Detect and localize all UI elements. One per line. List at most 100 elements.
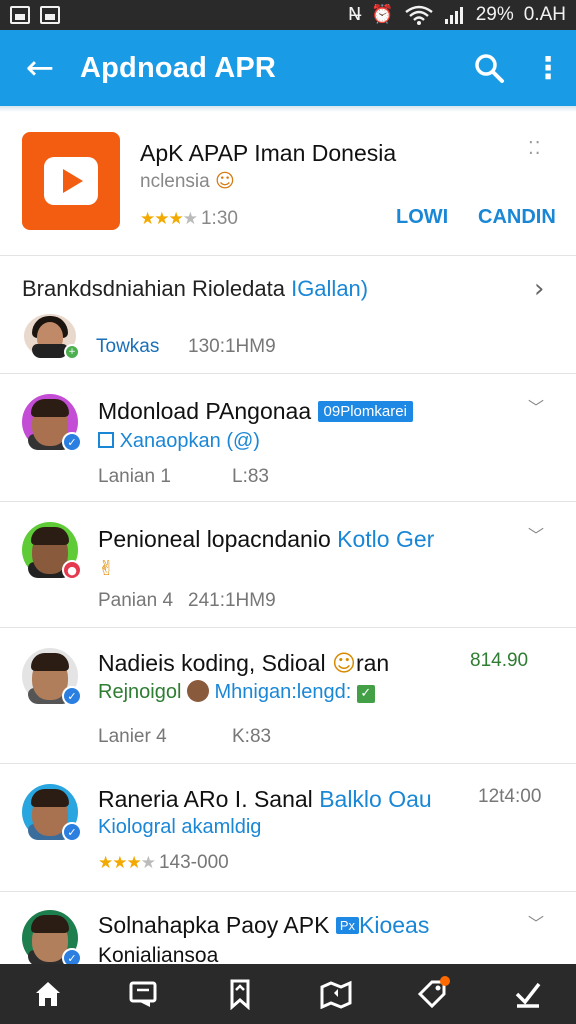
avatar: ✓	[22, 394, 82, 452]
status-left	[10, 6, 60, 24]
status-badge-icon: ●	[62, 560, 82, 580]
list-item[interactable]: ● Penioneal lopacndanio Kotlo Ger ✌ Pani…	[0, 502, 576, 628]
app-bar-title: Apdnoad APR	[80, 51, 277, 84]
list-item[interactable]: ✓ Nadieis koding, Sdioal ☺ran 814.90 Rej…	[0, 628, 576, 764]
item-foot-value: L:83	[232, 466, 269, 487]
chevron-right-icon[interactable]: ›	[534, 274, 544, 304]
nav-messages[interactable]	[114, 966, 174, 1022]
nav-bookmarks[interactable]	[210, 966, 270, 1022]
item-title-highlight: Balklo Oau	[319, 786, 432, 812]
item-foot-label: Lanian 1	[98, 466, 171, 487]
section-title-main: Brankdsdniahian Rioledata	[22, 276, 292, 301]
nfc-icon: N̶	[347, 4, 362, 25]
list-item[interactable]: ✓ Raneria ARo I. Sanal Balklo Oau 12t4:0…	[0, 764, 576, 892]
home-icon	[36, 982, 60, 1006]
notification-square-icon	[10, 6, 30, 24]
item-subtitle-extra: Mhnigan:lengd:	[214, 681, 352, 703]
item-title-extra: ran	[355, 650, 390, 676]
featured-app-subtitle: nclensia ☺	[140, 170, 235, 193]
item-time: 12t4:00	[478, 786, 542, 807]
checkbox-icon	[98, 432, 114, 448]
avatar-slot: ✓	[22, 648, 82, 706]
section-meta-value: 130:1HM9	[188, 336, 276, 357]
more-options-button[interactable]: ⋮	[520, 30, 576, 106]
wifi-icon	[404, 5, 433, 25]
status-bar: N̶ ⏰ 29% 0.AH	[0, 0, 576, 30]
search-icon	[475, 54, 504, 83]
notification-dot	[440, 976, 450, 986]
item-title-text: Mdonload PAngonaa	[98, 398, 318, 424]
item-subtitle: Rejnoigol Mhnigan:lengd: ✓	[98, 680, 375, 704]
emoji-icon: ☺	[215, 170, 235, 192]
list-item[interactable]: ✓ Solnahapka Paoy APK Px Kioeas Konialian…	[0, 892, 576, 968]
alarm-icon: ⏰	[371, 4, 394, 25]
play-icon	[63, 169, 83, 193]
item-title-text: Solnahapka Paoy APK	[98, 912, 336, 938]
app-bar: ← Apdnoad APR ⋮	[0, 30, 576, 106]
item-foot-label: Lanier 4	[98, 726, 167, 747]
bookmark-icon	[230, 979, 250, 1010]
card-more-icon[interactable]: ⁚⁚	[528, 138, 541, 159]
avatar: ●	[22, 522, 82, 580]
list-item[interactable]: ✓ Mdonload PAngonaa 09Plomkarei Xanaopka…	[0, 374, 576, 502]
item-subtitle: Kiologral akamldig	[98, 816, 262, 838]
section-header[interactable]: Brankdsdniahian Rioledata IGallan) › + T…	[0, 256, 576, 374]
image-icon	[40, 6, 60, 24]
expand-more-icon[interactable]: ﹀	[528, 522, 544, 546]
item-tag: Px	[335, 917, 360, 934]
mini-avatar-icon	[186, 680, 209, 702]
map-icon	[320, 980, 352, 1009]
verified-badge-icon: ✓	[62, 686, 82, 706]
avatar: ✓	[22, 784, 82, 842]
item-foot-label: Panian 4	[98, 590, 174, 611]
item-tag: 09Plomkarei	[317, 401, 413, 422]
download-done-icon	[515, 982, 541, 1008]
featured-app-name: ApK APAP Iman Donesia	[140, 140, 397, 166]
section-title: Brankdsdniahian Rioledata IGallan)	[22, 276, 368, 302]
section-avatar-slot: +	[24, 314, 80, 360]
status-right: N̶ ⏰ 29% 0.AH	[348, 4, 566, 26]
item-title-highlight: Kioeas	[359, 912, 430, 938]
avatar-slot: ✓	[22, 394, 82, 452]
screen: N̶ ⏰ 29% 0.AH ← Apdnoad APR ⋮ ApK APAP I…	[0, 0, 576, 1024]
star-rating-icon: ★★★★	[140, 209, 198, 229]
expand-more-icon[interactable]: ﹀	[528, 394, 544, 418]
nav-map[interactable]	[306, 966, 366, 1022]
item-title: Penioneal lopacndanio Kotlo Ger	[98, 526, 434, 553]
check-icon: ✓	[356, 685, 375, 703]
avatar-slot: ✓	[22, 784, 82, 842]
star-rating-icon: ★★★★	[98, 853, 156, 873]
nav-home[interactable]	[18, 966, 78, 1022]
search-button[interactable]	[458, 30, 520, 106]
avatar: +	[24, 314, 80, 360]
avatar-slot: ✓	[22, 910, 82, 968]
item-price: 814.90	[470, 650, 529, 671]
app-logo-inner	[44, 157, 98, 205]
section-title-highlight: IGallan)	[291, 276, 369, 301]
item-subtitle: Xanaopkan (@)	[98, 430, 260, 453]
back-button[interactable]: ←	[0, 30, 80, 106]
emoji-face-icon: ☺	[331, 651, 356, 677]
item-title-highlight: Kotlo Ger	[337, 526, 435, 552]
featured-app-card[interactable]: ApK APAP Iman Donesia nclensia ☺ ★★★★ 1:…	[0, 112, 576, 256]
nav-downloads[interactable]	[498, 966, 558, 1022]
item-title: Solnahapka Paoy APK Px Kioeas	[98, 912, 429, 939]
item-subtitle-text: Xanaopkan (@)	[119, 430, 260, 452]
item-title: Mdonload PAngonaa 09Plomkarei	[98, 398, 413, 425]
item-title: Raneria ARo I. Sanal Balklo Oau	[98, 786, 432, 813]
item-title-text: Raneria ARo I. Sanal	[98, 786, 320, 812]
signal-icon	[444, 7, 463, 24]
back-arrow-icon: ←	[25, 48, 55, 88]
featured-app-subtitle-text: nclensia	[140, 171, 210, 192]
featured-action-button-2[interactable]: CANDIN	[478, 206, 556, 229]
item-title-text: Nadieis koding, Sdioal	[98, 650, 332, 676]
more-vert-icon: ⋮	[533, 50, 563, 86]
expand-more-icon[interactable]: ﹀	[528, 910, 544, 934]
clock: 0.AH	[523, 4, 566, 25]
item-title-text: Penioneal lopacndanio	[98, 526, 338, 552]
nav-tags[interactable]	[402, 966, 462, 1022]
featured-action-button-1[interactable]: LOWI	[396, 206, 448, 229]
item-subtitle-text: Rejnoigol	[98, 681, 182, 703]
section-meta-label: Towkas	[96, 336, 160, 357]
item-title: Nadieis koding, Sdioal ☺ran	[98, 650, 389, 677]
